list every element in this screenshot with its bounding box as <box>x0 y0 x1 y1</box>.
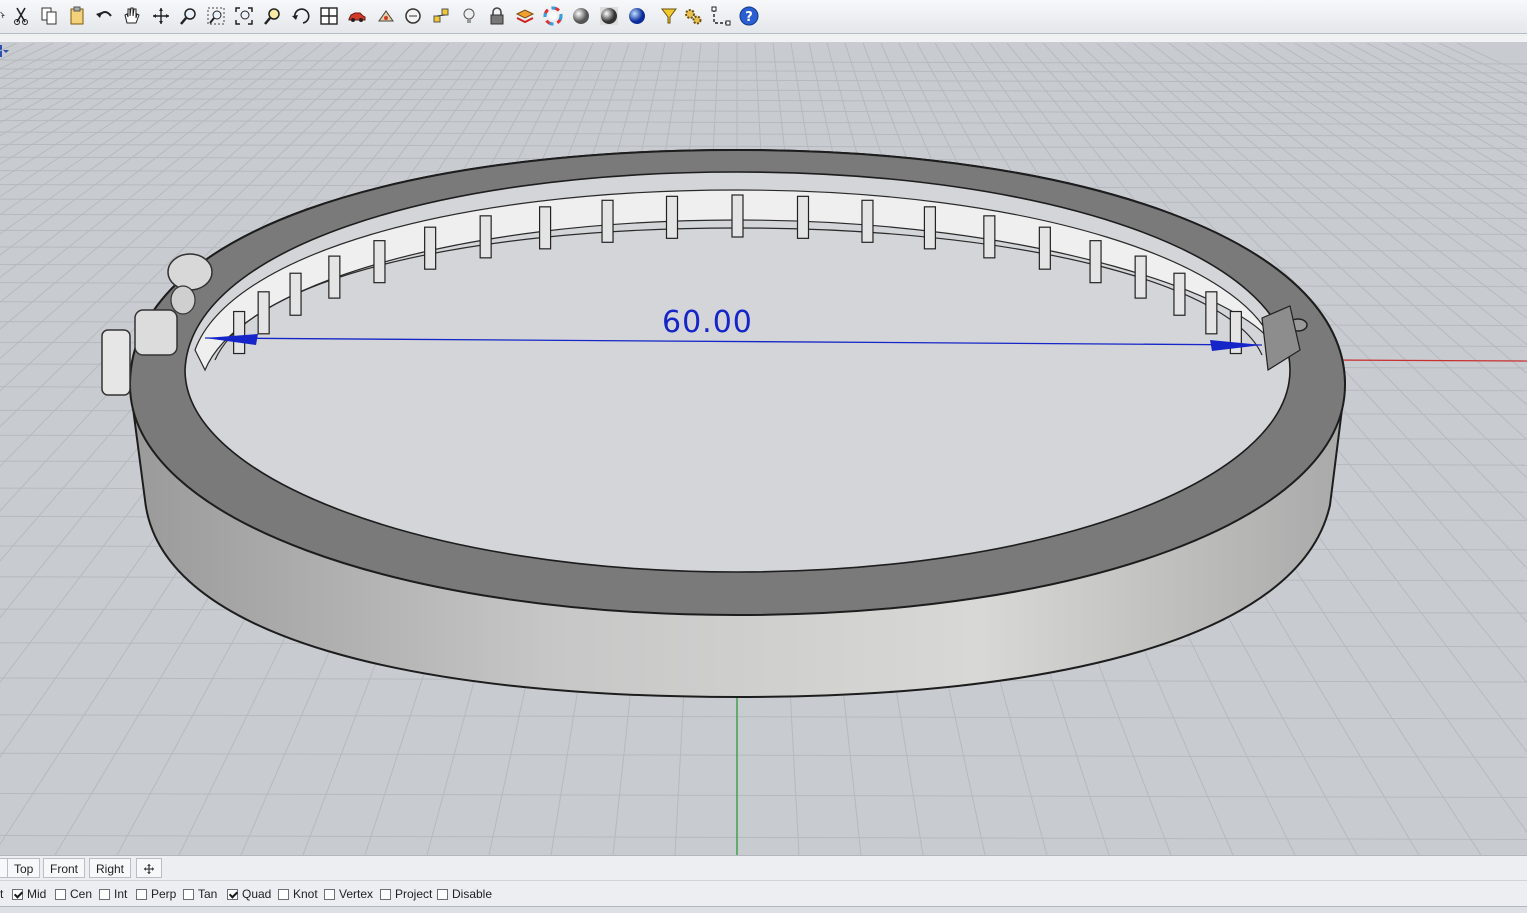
snap-knot[interactable]: Knot <box>278 887 318 901</box>
rotate-view-icon[interactable] <box>150 5 172 27</box>
snap-end-truncated: t <box>0 887 4 901</box>
checkbox[interactable] <box>324 888 335 900</box>
shaded-sphere-icon[interactable] <box>598 5 620 27</box>
zoom-extents-icon[interactable] <box>233 5 255 27</box>
pan-hand-icon[interactable] <box>120 5 142 27</box>
slot-bar <box>665 195 679 239</box>
snap-cen[interactable]: Cen <box>55 887 92 901</box>
toolbar-separator <box>0 34 1527 43</box>
snap-vertex[interactable]: Vertex <box>324 887 373 901</box>
main-toolbar: ? <box>0 0 1527 34</box>
slot-bar <box>731 194 744 238</box>
perspective-viewport[interactable]: 60.00 <box>0 43 1527 855</box>
checkbox[interactable] <box>278 888 289 900</box>
zoom-icon[interactable] <box>178 5 200 27</box>
checkbox[interactable] <box>437 888 448 900</box>
blue-sphere-icon[interactable] <box>626 5 648 27</box>
paste-icon[interactable] <box>66 5 88 27</box>
tab-front[interactable]: Front <box>43 858 86 878</box>
slot-bar <box>257 291 270 335</box>
filter-icon[interactable] <box>658 5 680 27</box>
snap-mid[interactable]: Mid <box>12 887 46 901</box>
slot-bar <box>1089 240 1102 284</box>
model-scene <box>0 43 1527 855</box>
light-bulb-icon[interactable] <box>458 5 480 27</box>
snap-tan[interactable]: Tan <box>183 887 217 901</box>
points-icon[interactable] <box>430 5 452 27</box>
copy-icon[interactable] <box>38 5 60 27</box>
checkbox[interactable] <box>12 888 23 900</box>
undo-icon[interactable] <box>94 5 116 27</box>
color-wheel-icon[interactable] <box>542 5 564 27</box>
slot-bar <box>233 310 246 355</box>
lock-icon[interactable] <box>486 5 508 27</box>
slot-bar <box>1134 255 1147 299</box>
tab-right[interactable]: Right <box>89 858 132 878</box>
slot-bar <box>923 206 937 250</box>
slot-bar <box>538 206 552 250</box>
slot-bar <box>861 199 874 243</box>
dimension-icon[interactable] <box>710 5 732 27</box>
zoom-selected-icon[interactable] <box>262 5 284 27</box>
osnap-bar: t Mid Cen Int Perp Tan Quad Knot Vertex … <box>0 880 1527 906</box>
rotate-icon[interactable] <box>290 5 312 27</box>
snap-perp[interactable]: Perp <box>136 887 176 901</box>
checkbox[interactable] <box>55 888 66 900</box>
snap-quad[interactable]: Quad <box>227 887 271 901</box>
slot-bar <box>479 215 492 259</box>
slot-bar <box>1038 226 1051 270</box>
checkbox[interactable] <box>99 888 110 900</box>
slot-bar <box>289 272 302 316</box>
slot-bar <box>373 240 386 284</box>
transform-icon[interactable] <box>375 5 397 27</box>
gray-sphere-icon[interactable] <box>570 5 592 27</box>
car-icon[interactable] <box>346 5 368 27</box>
checkbox[interactable] <box>380 888 391 900</box>
svg-text:?: ? <box>745 10 753 25</box>
zoom-window-icon[interactable] <box>205 5 227 27</box>
add-tab-icon[interactable] <box>136 858 162 878</box>
bangle-model[interactable] <box>101 148 1347 699</box>
circle-icon[interactable] <box>402 5 424 27</box>
gears-icon[interactable] <box>682 5 704 27</box>
snap-disable[interactable]: Disable <box>437 887 492 901</box>
tab-top[interactable]: Top <box>7 858 41 878</box>
slot-bar <box>601 199 614 243</box>
slot-bar <box>796 195 810 239</box>
checkbox[interactable] <box>183 888 194 900</box>
slot-bar <box>983 215 996 259</box>
cut-icon[interactable] <box>10 5 32 27</box>
dimension-value-label: 60.00 <box>662 305 753 340</box>
checkbox[interactable] <box>227 888 238 900</box>
select-arrow-icon[interactable] <box>0 5 10 27</box>
slot-bar <box>1205 291 1218 335</box>
slot-bar <box>424 226 437 270</box>
snap-int[interactable]: Int <box>99 887 127 901</box>
viewport-tabs: Top Front Right <box>0 855 1527 880</box>
slot-bar <box>328 255 341 299</box>
layer-icon[interactable] <box>514 5 536 27</box>
slot-bar <box>1173 272 1186 316</box>
four-viewports-icon[interactable] <box>318 5 340 27</box>
help-icon[interactable]: ? <box>738 5 760 27</box>
checkbox[interactable] <box>136 888 147 900</box>
snap-project[interactable]: Project <box>380 887 432 901</box>
